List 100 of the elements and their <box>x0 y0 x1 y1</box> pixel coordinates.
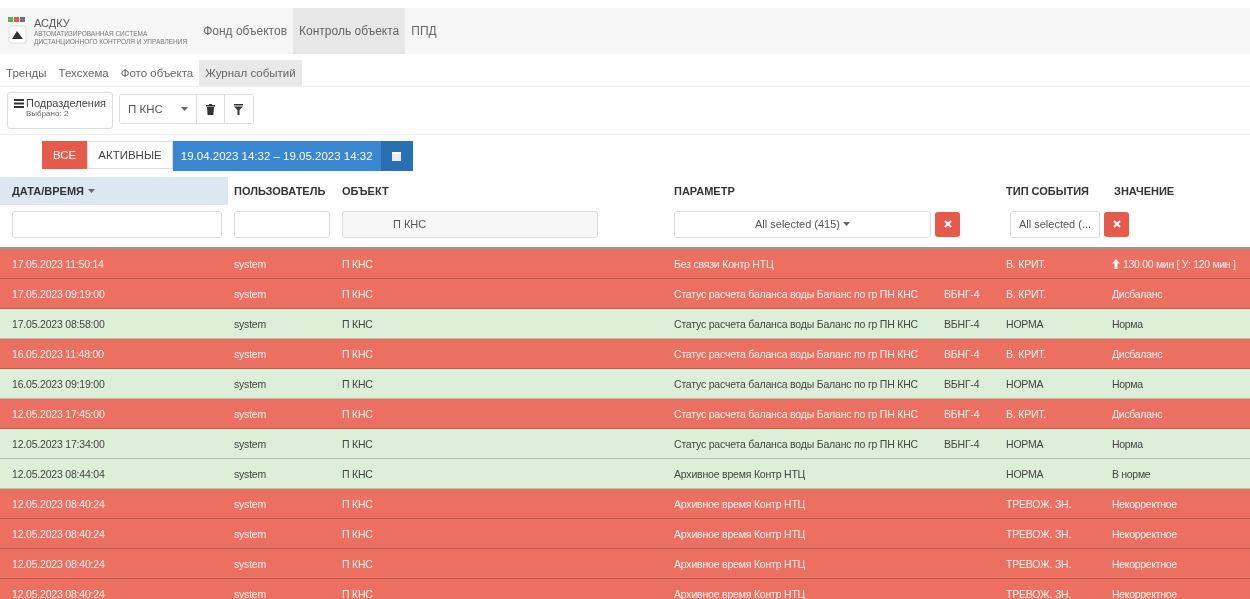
value-cell-text: Некорректное <box>1111 497 1178 510</box>
event-type-cell-text: В. КРИТ. <box>1005 287 1048 300</box>
event-type-cell-text: ТРЕВОЖ. ЗН. <box>1005 557 1073 570</box>
user-cell-text: system <box>233 377 268 390</box>
user-cell-text: system <box>233 437 268 450</box>
user-cell-text: system <box>233 257 268 270</box>
column-header[interactable]: ОБЪЕКТ <box>336 177 666 205</box>
column-header[interactable]: ПОЛЬЗОВАТЕЛЬ <box>228 177 336 205</box>
datetime-cell-text: 12.05.2023 17:34:00 <box>11 437 106 450</box>
parameter-cell-text: Архивное время Контр НТЦ <box>673 587 807 599</box>
user-cell-text: system <box>233 497 268 510</box>
object-cell-text: П КНС <box>341 497 374 510</box>
value-cell-text: Дисбаланс <box>1111 347 1164 360</box>
parameter-cell-text: Архивное время Контр НТЦ <box>673 497 807 510</box>
subdivisions-button[interactable]: Подразделения Выбрано: 2 <box>7 92 113 129</box>
value-cell-text: Некорректное <box>1111 587 1178 599</box>
event-type-cell-text: НОРМА <box>1005 317 1045 330</box>
date-filter-field[interactable] <box>12 210 222 238</box>
user-cell-text: system <box>233 557 268 570</box>
user-cell-text: system <box>233 317 268 330</box>
event-type-filter-select[interactable]: All selected (... <box>1010 210 1100 238</box>
column-header[interactable]: ДАТА/ВРЕМЯ <box>0 177 228 205</box>
parameter-cell-text: Статус расчета баланса воды Баланс по гр ПН КНС <box>673 317 919 330</box>
clear-button[interactable] <box>935 211 960 237</box>
parameter-cell-text: Архивное время Контр НТЦ <box>673 527 807 540</box>
datetime-cell-text: 17.05.2023 09:19:00 <box>11 287 106 300</box>
up-arrow-icon <box>1112 258 1120 269</box>
object-cell-text: П КНС <box>341 437 374 450</box>
value-cell-text: Норма <box>1111 437 1144 450</box>
event-type-cell-text: ТРЕВОЖ. ЗН. <box>1005 497 1073 510</box>
object-cell-text: П КНС <box>341 287 374 300</box>
value-cell-text: В норме <box>1111 467 1152 480</box>
event-row[interactable]: 12.05.2023 17:34:00 system П КНС Статус расчета баланса воды Баланс по гр ПН КНС ВБНГ-4 НОРМА Норма <box>0 429 1250 459</box>
datetime-cell-text: 12.05.2023 08:40:24 <box>11 557 106 570</box>
sub-tab[interactable]: Журнал событий <box>199 60 302 86</box>
value-cell-text: Дисбаланс <box>1111 287 1164 300</box>
tag-cell-text: ВБНГ-4 <box>943 287 981 300</box>
datetime-cell-text: 12.05.2023 08:40:24 <box>11 587 106 599</box>
calendar-button[interactable] <box>380 141 413 171</box>
sub-tab[interactable]: Техсхема <box>52 60 115 86</box>
object-cell-text: П КНС <box>341 557 374 570</box>
user-cell-text: system <box>233 407 268 420</box>
selected-count: Выбрано: 2 <box>26 109 69 118</box>
close-icon <box>943 220 952 228</box>
parameter-cell-text: Статус расчета баланса воды Баланс по гр ПН КНС <box>673 347 919 360</box>
calendar-icon <box>392 151 402 161</box>
user-filter-field[interactable] <box>234 210 330 238</box>
datetime-cell-text: 16.05.2023 09:19:00 <box>11 377 106 390</box>
value-cell-text: Норма <box>1111 377 1144 390</box>
clear-button[interactable] <box>1104 211 1129 237</box>
parameter-cell-text: Статус расчета баланса воды Баланс по гр ПН КНС <box>673 437 919 450</box>
parameter-cell-text: Статус расчета баланса воды Баланс по гр ПН КНС <box>673 377 919 390</box>
event-type-cell-text: ТРЕВОЖ. ЗН. <box>1005 587 1073 599</box>
column-header[interactable]: ПАРАМЕТР <box>666 177 1000 205</box>
event-type-cell-text: НОРМА <box>1005 467 1045 480</box>
user-cell-text: system <box>233 467 268 480</box>
event-row[interactable]: 17.05.2023 08:58:00 system П КНС Статус расчета баланса воды Баланс по гр ПН КНС ВБНГ-4 НОРМА Норма <box>0 309 1250 339</box>
nav-tab[interactable]: Фонд объектов <box>197 8 294 54</box>
tag-cell-text: ВБНГ-4 <box>943 317 981 330</box>
datetime-cell-text: 16.05.2023 11:48:00 <box>11 347 105 360</box>
caret-icon <box>843 222 850 226</box>
event-row[interactable]: 16.05.2023 09:19:00 system П КНС Статус расчета баланса воды Баланс по гр ПН КНС ВБНГ-4 НОРМА Норма <box>0 369 1250 399</box>
value-cell-text: Некорректное <box>1111 557 1178 570</box>
sub-tab[interactable]: Тренды <box>0 60 53 86</box>
logo-icon <box>8 17 28 45</box>
datetime-cell-text: 17.05.2023 08:58:00 <box>11 317 106 330</box>
user-cell-text: system <box>233 287 268 300</box>
datetime-cell-text: 17.05.2023 11:50:14 <box>11 257 105 270</box>
object-cell-text: П КНС <box>341 347 374 360</box>
nav-tab[interactable]: Контроль объекта <box>293 8 406 54</box>
object-cell-text: П КНС <box>341 587 374 599</box>
close-icon <box>1112 220 1121 228</box>
nav-tab[interactable]: ППД <box>405 8 443 54</box>
parameter-cell-text: Статус расчета баланса воды Баланс по гр ПН КНС <box>673 287 919 300</box>
event-type-cell-text: НОРМА <box>1005 377 1045 390</box>
parameter-cell-text: Архивное время Контр НТЦ <box>673 557 807 570</box>
event-row[interactable]: 12.05.2023 08:44:04 system П КНС Архивное время Контр НТЦ НОРМА В норме <box>0 459 1250 489</box>
sub-tab[interactable]: Фото объекта <box>114 60 200 86</box>
datetime-cell-text: 12.05.2023 08:40:24 <box>11 497 106 510</box>
column-header[interactable]: ЗНАЧЕНИЕ <box>1108 177 1250 205</box>
filter-toggle[interactable]: ВСЕ <box>42 141 88 169</box>
user-cell-text: system <box>233 587 268 599</box>
object-cell-text: П КНС <box>341 467 374 480</box>
parameter-cell-text: Статус расчета баланса воды Баланс по гр ПН КНС <box>673 407 919 420</box>
tag-cell-text: ВБНГ-4 <box>943 347 981 360</box>
event-type-cell-text: ТРЕВОЖ. ЗН. <box>1005 527 1073 540</box>
value-cell: 130.00 мин [ У: 120 мин ] <box>1108 257 1250 270</box>
value-cell-text: Норма <box>1111 317 1144 330</box>
value-cell-text: Некорректное <box>1111 527 1178 540</box>
event-type-cell-text: НОРМА <box>1005 437 1045 450</box>
object-select[interactable]: П КНС <box>120 95 197 123</box>
column-header[interactable]: ТИП СОБЫТИЯ <box>1000 177 1108 205</box>
tag-cell-text: ВБНГ-4 <box>943 377 981 390</box>
tag-cell-text: ВБНГ-4 <box>943 437 981 450</box>
parameter-filter-select[interactable]: All selected (415) <box>674 210 931 238</box>
subdivisions-label: Подразделения <box>26 97 106 109</box>
filter-toggle[interactable]: АКТИВНЫЕ <box>87 141 173 169</box>
date-range-field[interactable]: 19.04.2023 14:32 – 19.05.2023 14:32 <box>172 141 381 171</box>
event-type-cell-text: В. КРИТ. <box>1005 407 1048 420</box>
caret-icon <box>87 189 95 193</box>
